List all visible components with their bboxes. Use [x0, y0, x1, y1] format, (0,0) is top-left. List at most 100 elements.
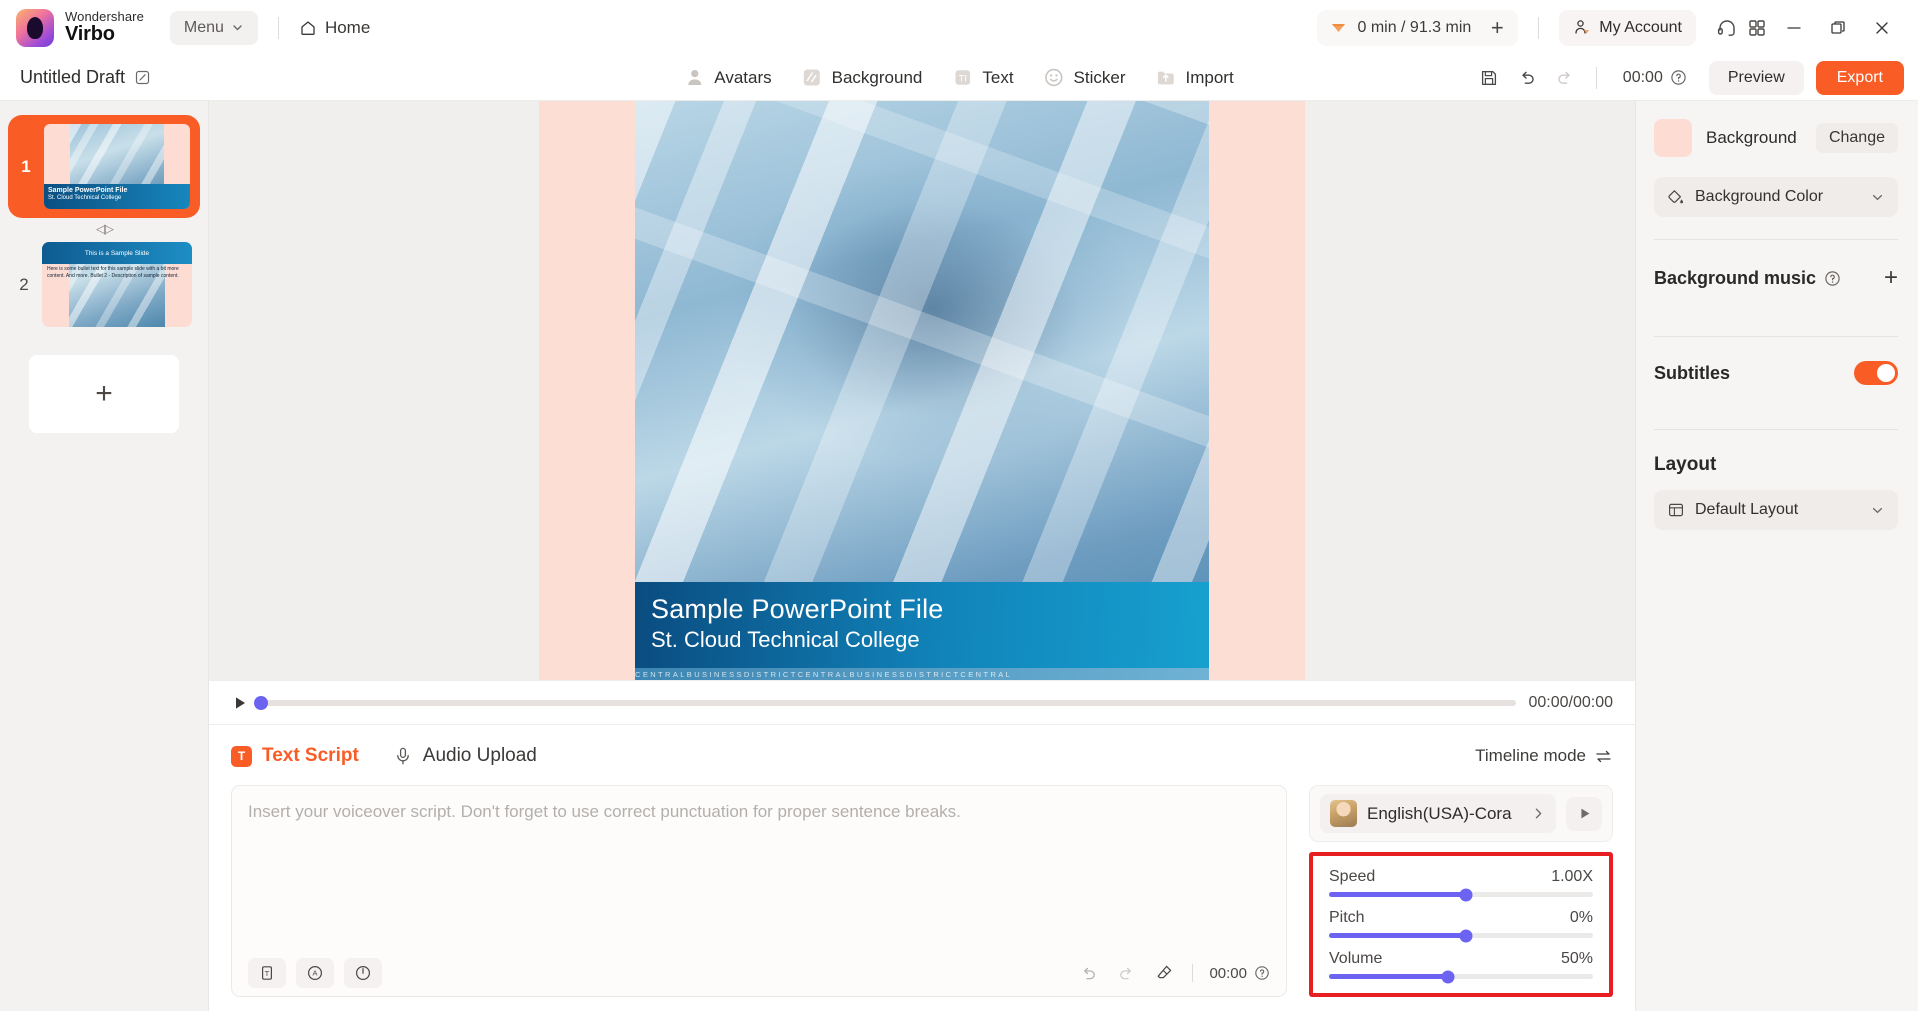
tab-audio-upload[interactable]: Audio Upload	[393, 745, 537, 767]
text-script-icon: T	[231, 745, 252, 767]
text-format-icon[interactable]: T	[248, 958, 286, 988]
video-preview[interactable]: Sample PowerPoint File St. Cloud Technic…	[635, 101, 1209, 680]
project-duration-label: 00:00	[1622, 68, 1663, 86]
tool-text[interactable]: TI Text	[952, 67, 1014, 88]
home-button[interactable]: Home	[299, 18, 370, 38]
tool-avatars-label: Avatars	[714, 67, 772, 87]
volume-slider-handle[interactable]	[1441, 970, 1455, 983]
background-row: Background Change	[1654, 119, 1898, 157]
export-button[interactable]: Export	[1815, 60, 1904, 95]
tab-text-script[interactable]: T Text Script	[231, 745, 359, 767]
tool-sticker[interactable]: Sticker	[1044, 67, 1126, 88]
voice-settings: English(USA)-Cora Speed 1.00X Pitch 0% V…	[1309, 785, 1613, 997]
apps-grid-icon[interactable]	[1742, 13, 1772, 43]
voice-preview-button[interactable]	[1566, 796, 1602, 831]
slides-sidebar[interactable]: 1 Sample PowerPoint File St. Cloud Techn…	[0, 101, 209, 1011]
playback-scrubber[interactable]	[254, 695, 1517, 710]
pitch-slider[interactable]	[1329, 929, 1593, 942]
subtitles-label: Subtitles	[1654, 362, 1731, 383]
my-account-button[interactable]: My Account	[1559, 9, 1696, 46]
tab-text-script-label: Text Script	[262, 745, 359, 766]
tool-avatars[interactable]: Avatars	[684, 67, 772, 88]
slider-pitch: Pitch 0%	[1329, 909, 1593, 942]
playback-bar: 00:00/00:00	[209, 680, 1635, 724]
eraser-icon[interactable]	[1152, 962, 1176, 984]
subtitles-toggle[interactable]	[1854, 361, 1898, 385]
voice-select[interactable]: English(USA)-Cora	[1320, 794, 1556, 833]
slide-preview[interactable]: This is a Sample Slide Here is some bull…	[42, 242, 192, 327]
tool-import[interactable]: Import	[1156, 67, 1234, 88]
credits-pill[interactable]: 0 min / 91.3 min +	[1317, 9, 1519, 46]
project-duration: 00:00	[1611, 69, 1699, 87]
volume-value: 50%	[1560, 950, 1593, 967]
script-input[interactable]: Insert your voiceover script. Don't forg…	[248, 800, 1270, 958]
speed-slider[interactable]	[1329, 888, 1593, 901]
pitch-label: Pitch	[1329, 909, 1365, 926]
background-color-label: Background Color	[1695, 188, 1824, 205]
speed-value: 1.00X	[1551, 868, 1593, 885]
pitch-slider-handle[interactable]	[1459, 929, 1473, 942]
add-credits-button[interactable]: +	[1480, 13, 1514, 43]
pause-icon[interactable]	[344, 958, 382, 988]
virbo-app-window: Wondershare Virbo Menu Home 0 min / 91.3…	[0, 0, 1918, 1011]
project-title: Untitled Draft	[20, 67, 151, 88]
headset-icon[interactable]	[1712, 13, 1742, 43]
script-redo-icon[interactable]	[1114, 962, 1138, 984]
sticker-icon	[1044, 67, 1065, 88]
help-icon[interactable]	[1254, 965, 1270, 981]
undo-icon[interactable]	[1510, 62, 1544, 94]
video-canvas[interactable]: Sample PowerPoint File St. Cloud Technic…	[539, 101, 1305, 680]
microphone-icon	[393, 746, 413, 766]
scrubber-handle[interactable]	[254, 695, 268, 710]
script-toolbar: T A 00:00	[248, 958, 1270, 988]
background-music-row: Background music +	[1654, 240, 1898, 314]
change-background-button[interactable]: Change	[1815, 123, 1898, 153]
editor-center: Sample PowerPoint File St. Cloud Technic…	[209, 101, 1635, 1011]
slide-thumbnail-2[interactable]: 2 This is a Sample Slide Here is some bu…	[0, 242, 208, 327]
slide-thumbnail-1[interactable]: 1 Sample PowerPoint File St. Cloud Techn…	[10, 117, 198, 216]
background-color-dropdown[interactable]: Background Color	[1654, 177, 1898, 217]
add-background-music-button[interactable]: +	[1884, 264, 1898, 292]
slide-caption-title: Sample PowerPoint File	[48, 186, 128, 194]
timeline-mode-toggle[interactable]: Timeline mode	[1475, 746, 1613, 766]
caption-line-2: St. Cloud Technical College	[651, 627, 920, 652]
speed-slider-handle[interactable]	[1459, 888, 1473, 901]
tool-background[interactable]: Background	[802, 67, 923, 88]
close-icon[interactable]	[1860, 9, 1904, 47]
edit-pencil-icon[interactable]	[134, 69, 151, 86]
diamond-icon	[1329, 18, 1348, 37]
menu-button[interactable]: Menu	[169, 10, 258, 45]
script-duration-label: 00:00	[1209, 964, 1247, 982]
help-icon[interactable]	[1824, 270, 1841, 287]
add-slide-button[interactable]: +	[29, 355, 179, 433]
chevron-down-icon	[231, 21, 244, 34]
pitch-value: 0%	[1569, 909, 1593, 926]
help-icon[interactable]	[1670, 69, 1687, 86]
save-icon[interactable]	[1472, 62, 1506, 94]
minimize-icon[interactable]	[1772, 9, 1816, 47]
background-swatch[interactable]	[1654, 119, 1692, 157]
maximize-icon[interactable]	[1816, 9, 1860, 47]
tool-sticker-label: Sticker	[1073, 67, 1126, 87]
tool-background-label: Background	[831, 67, 923, 87]
layout-dropdown[interactable]: Default Layout	[1654, 490, 1898, 530]
svg-text:A: A	[313, 969, 318, 978]
chevron-down-icon	[1870, 190, 1885, 205]
transition-icon[interactable]: ◁▷	[0, 221, 208, 237]
slide-preview[interactable]: Sample PowerPoint File St. Cloud Technic…	[44, 124, 190, 209]
divider	[277, 16, 279, 39]
script-undo-icon[interactable]	[1076, 962, 1100, 984]
redo-icon[interactable]	[1548, 62, 1582, 94]
script-editor[interactable]: Insert your voiceover script. Don't forg…	[231, 785, 1287, 997]
slide-caption-subtitle: St. Cloud Technical College	[48, 195, 122, 202]
home-label: Home	[324, 17, 371, 37]
voice-name-label: English(USA)-Cora	[1367, 803, 1512, 823]
tab-audio-upload-label: Audio Upload	[422, 745, 537, 766]
tool-import-label: Import	[1185, 67, 1234, 87]
volume-slider[interactable]	[1329, 970, 1593, 983]
pronunciation-icon[interactable]: A	[296, 958, 334, 988]
app-logo: Wondershare Virbo	[16, 8, 144, 47]
play-icon[interactable]	[231, 694, 249, 712]
preview-button[interactable]: Preview	[1708, 60, 1804, 95]
brand-name-top: Wondershare	[65, 9, 144, 25]
